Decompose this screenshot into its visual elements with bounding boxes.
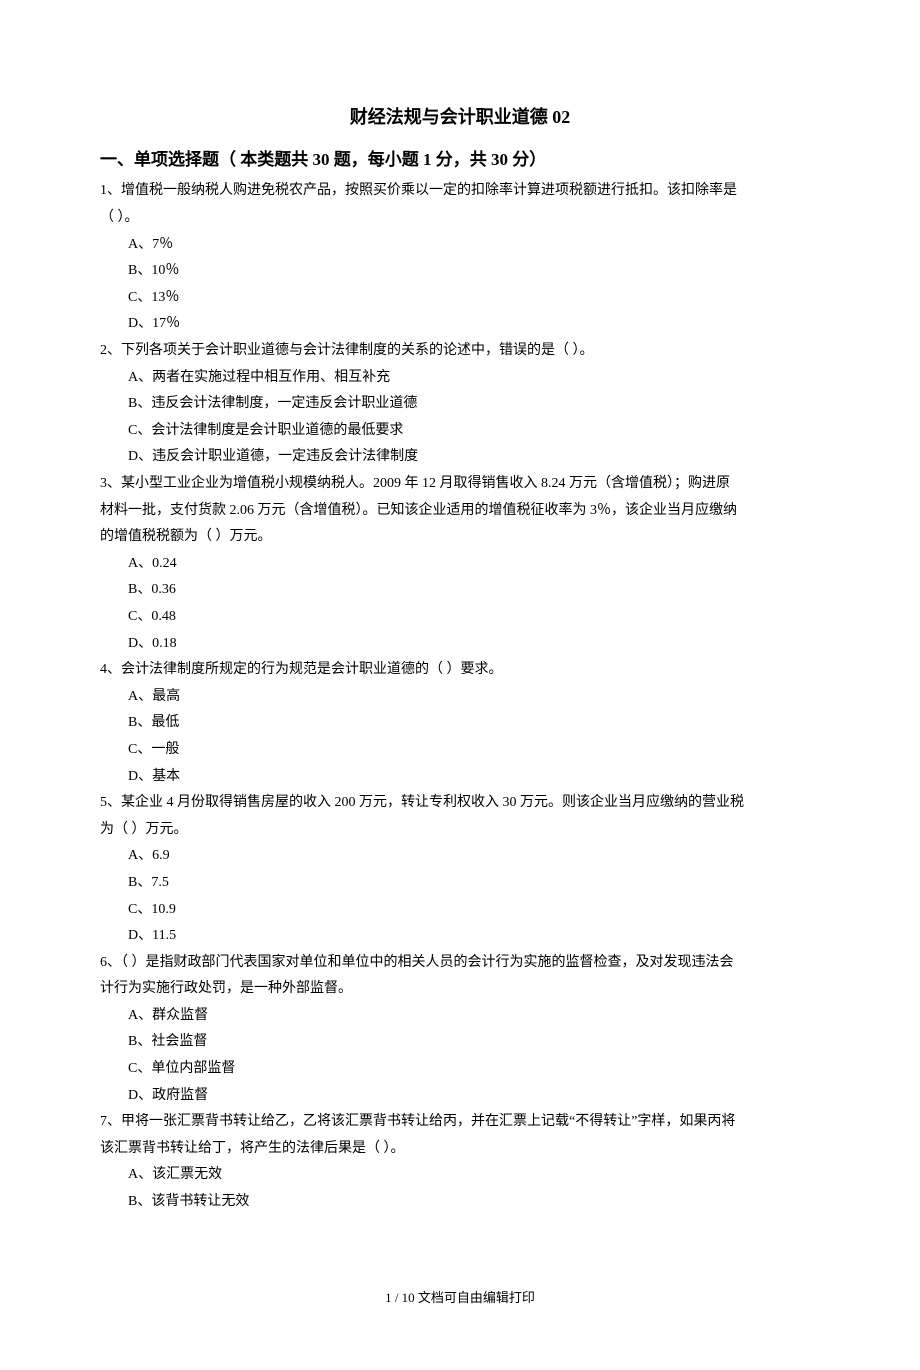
option-a: A、群众监督 xyxy=(128,1003,820,1030)
question-2: 2、下列各项关于会计职业道德与会计法律制度的关系的论述中，错误的是（ ）。 A、… xyxy=(100,338,820,471)
option-b: B、该背书转让无效 xyxy=(128,1189,820,1216)
question-stem: 4、会计法律制度所规定的行为规范是会计职业道德的（ ）要求。 xyxy=(100,657,820,684)
question-stem: 7、甲将一张汇票背书转让给乙，乙将该汇票背书转让给丙，并在汇票上记载“不得转让”… xyxy=(100,1109,820,1136)
option-a: A、7％ xyxy=(128,232,820,259)
question-stem: （ ）。 xyxy=(100,205,820,232)
option-d: D、17％ xyxy=(128,311,820,338)
option-d: D、违反会计职业道德，一定违反会计法律制度 xyxy=(128,444,820,471)
question-stem: 6、（ ）是指财政部门代表国家对单位和单位中的相关人员的会计行为实施的监督检查，… xyxy=(100,950,820,977)
option-c: C、10.9 xyxy=(128,897,820,924)
option-b: B、违反会计法律制度，一定违反会计职业道德 xyxy=(128,391,820,418)
question-stem: 材料一批，支付货款 2.06 万元（含增值税）。已知该企业适用的增值税征收率为 … xyxy=(100,498,820,525)
option-a: A、该汇票无效 xyxy=(128,1162,820,1189)
question-4: 4、会计法律制度所规定的行为规范是会计职业道德的（ ）要求。 A、最高 B、最低… xyxy=(100,657,820,790)
question-stem: 为（ ）万元。 xyxy=(100,817,820,844)
option-a: A、最高 xyxy=(128,684,820,711)
question-stem: 计行为实施行政处罚，是一种外部监督。 xyxy=(100,976,820,1003)
question-3: 3、某小型工业企业为增值税小规模纳税人。2009 年 12 月取得销售收入 8.… xyxy=(100,471,820,657)
option-a: A、0.24 xyxy=(128,551,820,578)
question-stem: 2、下列各项关于会计职业道德与会计法律制度的关系的论述中，错误的是（ ）。 xyxy=(100,338,820,365)
question-stem: 5、某企业 4 月份取得销售房屋的收入 200 万元，转让专利权收入 30 万元… xyxy=(100,790,820,817)
option-d: D、0.18 xyxy=(128,631,820,658)
question-5: 5、某企业 4 月份取得销售房屋的收入 200 万元，转让专利权收入 30 万元… xyxy=(100,790,820,950)
page-title: 财经法规与会计职业道德 02 xyxy=(100,100,820,134)
section-heading: 一、单项选择题（ 本类题共 30 题，每小题 1 分，共 30 分） xyxy=(100,144,820,176)
question-6: 6、（ ）是指财政部门代表国家对单位和单位中的相关人员的会计行为实施的监督检查，… xyxy=(100,950,820,1110)
question-stem: 该汇票背书转让给丁，将产生的法律后果是（ ）。 xyxy=(100,1136,820,1163)
option-b: B、7.5 xyxy=(128,870,820,897)
question-stem: 的增值税税额为（ ）万元。 xyxy=(100,524,820,551)
option-a: A、6.9 xyxy=(128,843,820,870)
question-stem: 1、增值税一般纳税人购进免税农产品，按照买价乘以一定的扣除率计算进项税额进行抵扣… xyxy=(100,178,820,205)
option-c: C、13％ xyxy=(128,285,820,312)
option-c: C、会计法律制度是会计职业道德的最低要求 xyxy=(128,418,820,445)
option-a: A、两者在实施过程中相互作用、相互补充 xyxy=(128,365,820,392)
option-b: B、最低 xyxy=(128,710,820,737)
option-b: B、0.36 xyxy=(128,577,820,604)
question-7: 7、甲将一张汇票背书转让给乙，乙将该汇票背书转让给丙，并在汇票上记载“不得转让”… xyxy=(100,1109,820,1215)
question-stem: 3、某小型工业企业为增值税小规模纳税人。2009 年 12 月取得销售收入 8.… xyxy=(100,471,820,498)
option-b: B、10％ xyxy=(128,258,820,285)
option-d: D、政府监督 xyxy=(128,1083,820,1110)
option-c: C、一般 xyxy=(128,737,820,764)
option-d: D、基本 xyxy=(128,764,820,791)
question-1: 1、增值税一般纳税人购进免税农产品，按照买价乘以一定的扣除率计算进项税额进行抵扣… xyxy=(100,178,820,338)
option-c: C、单位内部监督 xyxy=(128,1056,820,1083)
option-c: C、0.48 xyxy=(128,604,820,631)
page-footer: 1 / 10 文档可自由编辑打印 xyxy=(100,1286,820,1311)
option-d: D、11.5 xyxy=(128,923,820,950)
option-b: B、社会监督 xyxy=(128,1029,820,1056)
